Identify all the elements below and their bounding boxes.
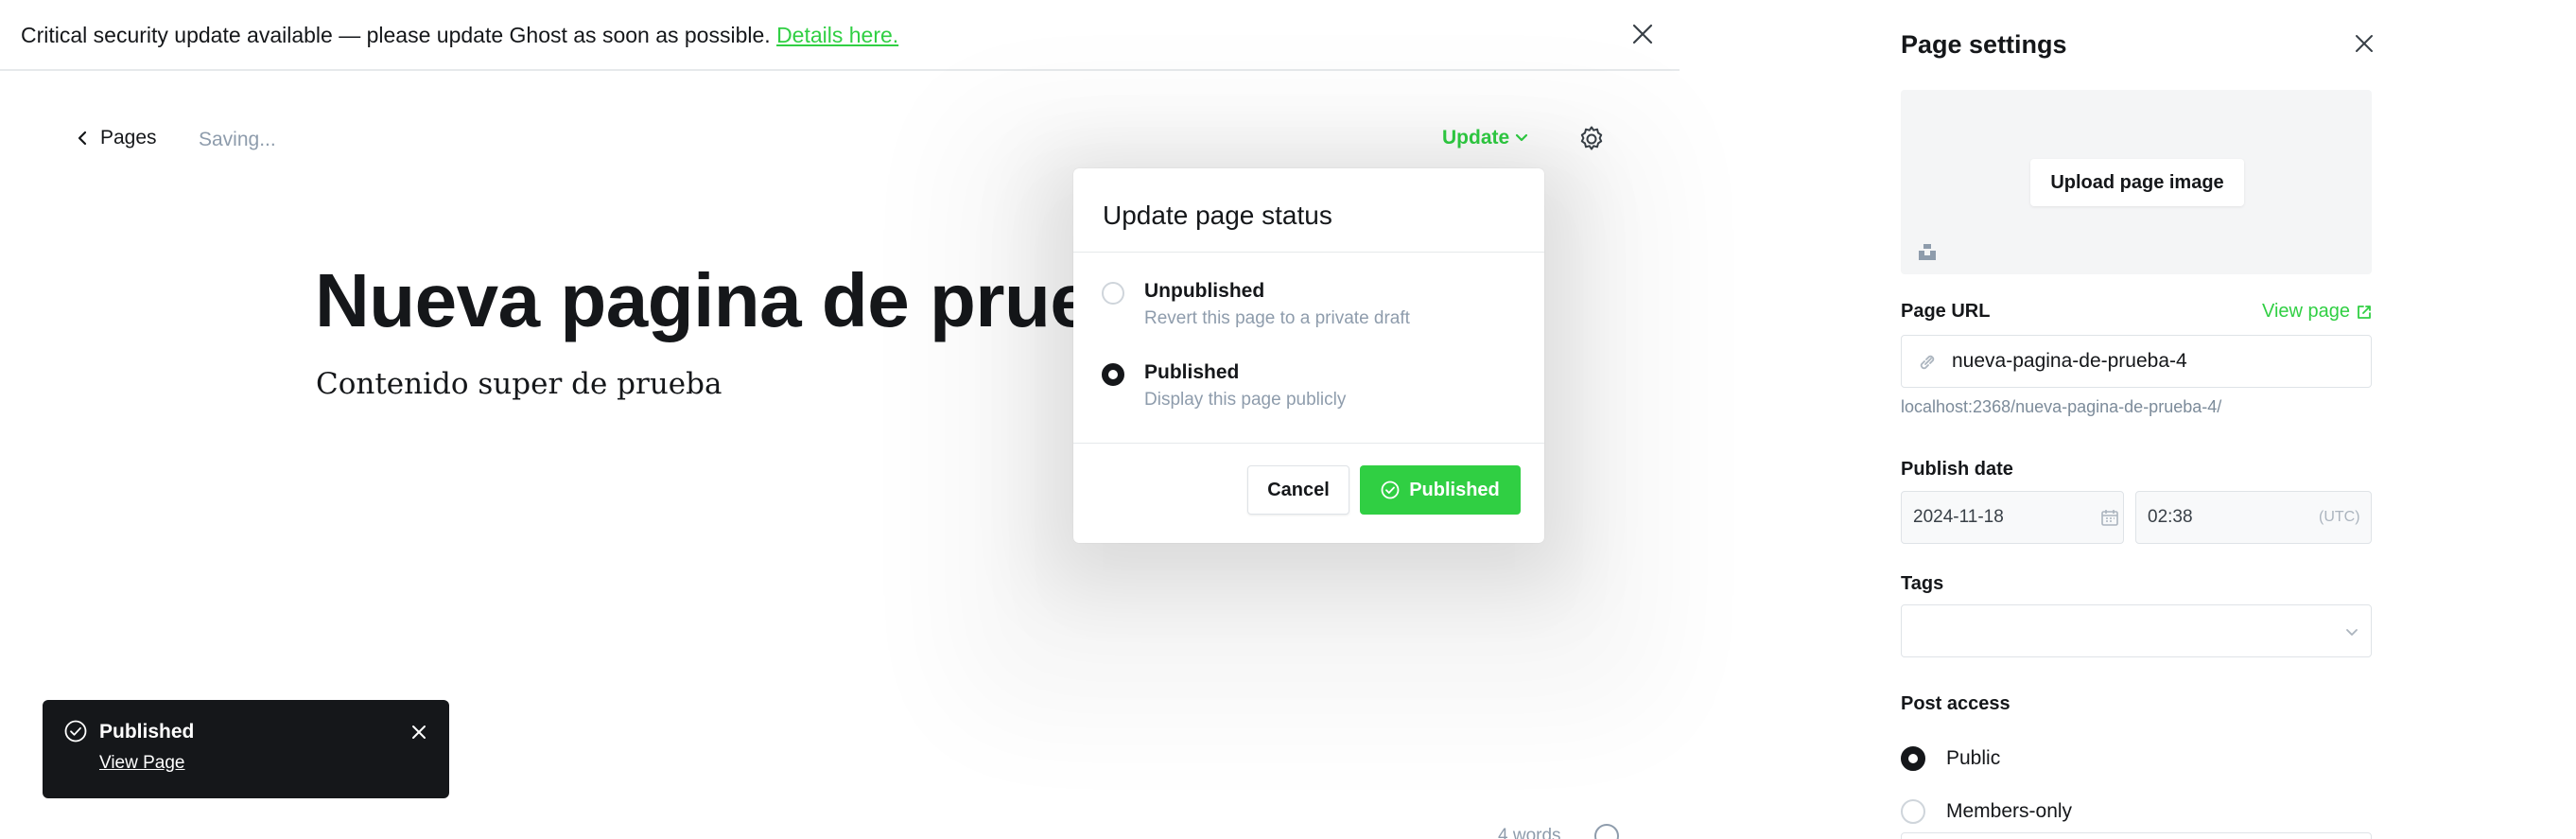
back-to-pages-link[interactable]: Pages — [78, 127, 157, 149]
security-alert-banner: Critical security update available — ple… — [0, 0, 1680, 71]
cancel-button[interactable]: Cancel — [1247, 465, 1349, 515]
radio-public[interactable] — [1901, 746, 1925, 771]
chevron-down-icon — [2346, 629, 2358, 636]
time-value: 02:38 — [2148, 507, 2193, 527]
update-status-modal: Update page status Unpublished Revert th… — [1073, 168, 1544, 543]
page-url-preview: localhost:2368/nueva-pagina-de-prueba-4/ — [1901, 397, 2222, 416]
option-label: Published — [1144, 361, 1240, 383]
modal-divider — [1073, 252, 1544, 253]
option-description: Revert this page to a private draft — [1144, 308, 1410, 328]
settings-gear-icon[interactable] — [1577, 125, 1606, 153]
access-option-label: Public — [1946, 747, 2001, 769]
chevron-left-icon — [78, 131, 87, 146]
alert-details-link[interactable]: Details here. — [776, 23, 898, 47]
option-label: Unpublished — [1144, 280, 1265, 302]
word-count: 4 words — [1498, 826, 1561, 839]
modal-title: Update page status — [1103, 201, 1332, 230]
toast-title: Published — [99, 721, 195, 743]
publish-time-input[interactable]: 02:38 (UTC) — [2135, 491, 2372, 544]
page-url-label: Page URL — [1901, 301, 1991, 322]
close-icon[interactable] — [1629, 21, 1656, 47]
upload-page-image-button[interactable]: Upload page image — [2030, 159, 2244, 206]
view-page-link[interactable]: View page — [2262, 301, 2373, 323]
update-button[interactable]: Update — [1442, 127, 1528, 149]
confirm-published-button[interactable]: Published — [1360, 465, 1521, 515]
unsplash-icon[interactable] — [1917, 241, 1938, 262]
toast-view-page-link[interactable]: View Page — [99, 753, 185, 774]
page-body-text[interactable]: Contenido super de prueba — [316, 367, 722, 401]
modal-divider — [1073, 443, 1544, 444]
calendar-icon[interactable] — [2100, 508, 2119, 527]
alert-message-text: Critical security update available — ple… — [21, 23, 771, 47]
view-page-label: View page — [2262, 301, 2351, 322]
help-icon[interactable] — [1594, 824, 1619, 839]
radio-published[interactable] — [1102, 363, 1124, 386]
publish-date-input[interactable]: 2024-11-18 — [1901, 491, 2124, 544]
check-circle-icon — [64, 720, 87, 743]
back-link-label: Pages — [100, 127, 157, 149]
publish-date-label: Publish date — [1901, 459, 2013, 480]
post-access-label: Post access — [1901, 693, 2010, 714]
close-icon[interactable] — [2353, 32, 2376, 55]
access-option-label: Members-only — [1946, 800, 2073, 822]
close-icon[interactable] — [409, 723, 428, 742]
check-circle-icon — [1381, 481, 1400, 499]
page-url-input[interactable]: nueva-pagina-de-prueba-4 — [1901, 335, 2372, 388]
timezone-label: (UTC) — [2319, 509, 2360, 525]
page-settings-panel: Page settings Upload page image Page URL… — [1869, 0, 2576, 839]
published-toast: Published View Page — [43, 700, 449, 798]
chevron-down-icon — [1516, 133, 1528, 142]
next-field-box[interactable] — [1901, 832, 2372, 839]
radio-unpublished[interactable] — [1102, 282, 1124, 305]
radio-members-only[interactable] — [1901, 799, 1925, 824]
update-button-label: Update — [1442, 127, 1510, 149]
settings-title: Page settings — [1901, 30, 2067, 59]
page-image-dropzone[interactable]: Upload page image — [1901, 90, 2372, 274]
save-status: Saving... — [199, 129, 276, 150]
date-value: 2024-11-18 — [1913, 507, 2004, 527]
alert-message: Critical security update available — ple… — [21, 23, 898, 48]
tags-label: Tags — [1901, 573, 1944, 594]
page-title[interactable]: Nueva pagina de prueba — [315, 257, 1179, 344]
tags-select[interactable] — [1901, 604, 2372, 657]
option-description: Display this page publicly — [1144, 390, 1347, 410]
external-link-icon — [2358, 305, 2371, 319]
link-icon — [1920, 355, 1935, 370]
confirm-button-label: Published — [1409, 479, 1500, 500]
page-url-value: nueva-pagina-de-prueba-4 — [1952, 350, 2187, 372]
